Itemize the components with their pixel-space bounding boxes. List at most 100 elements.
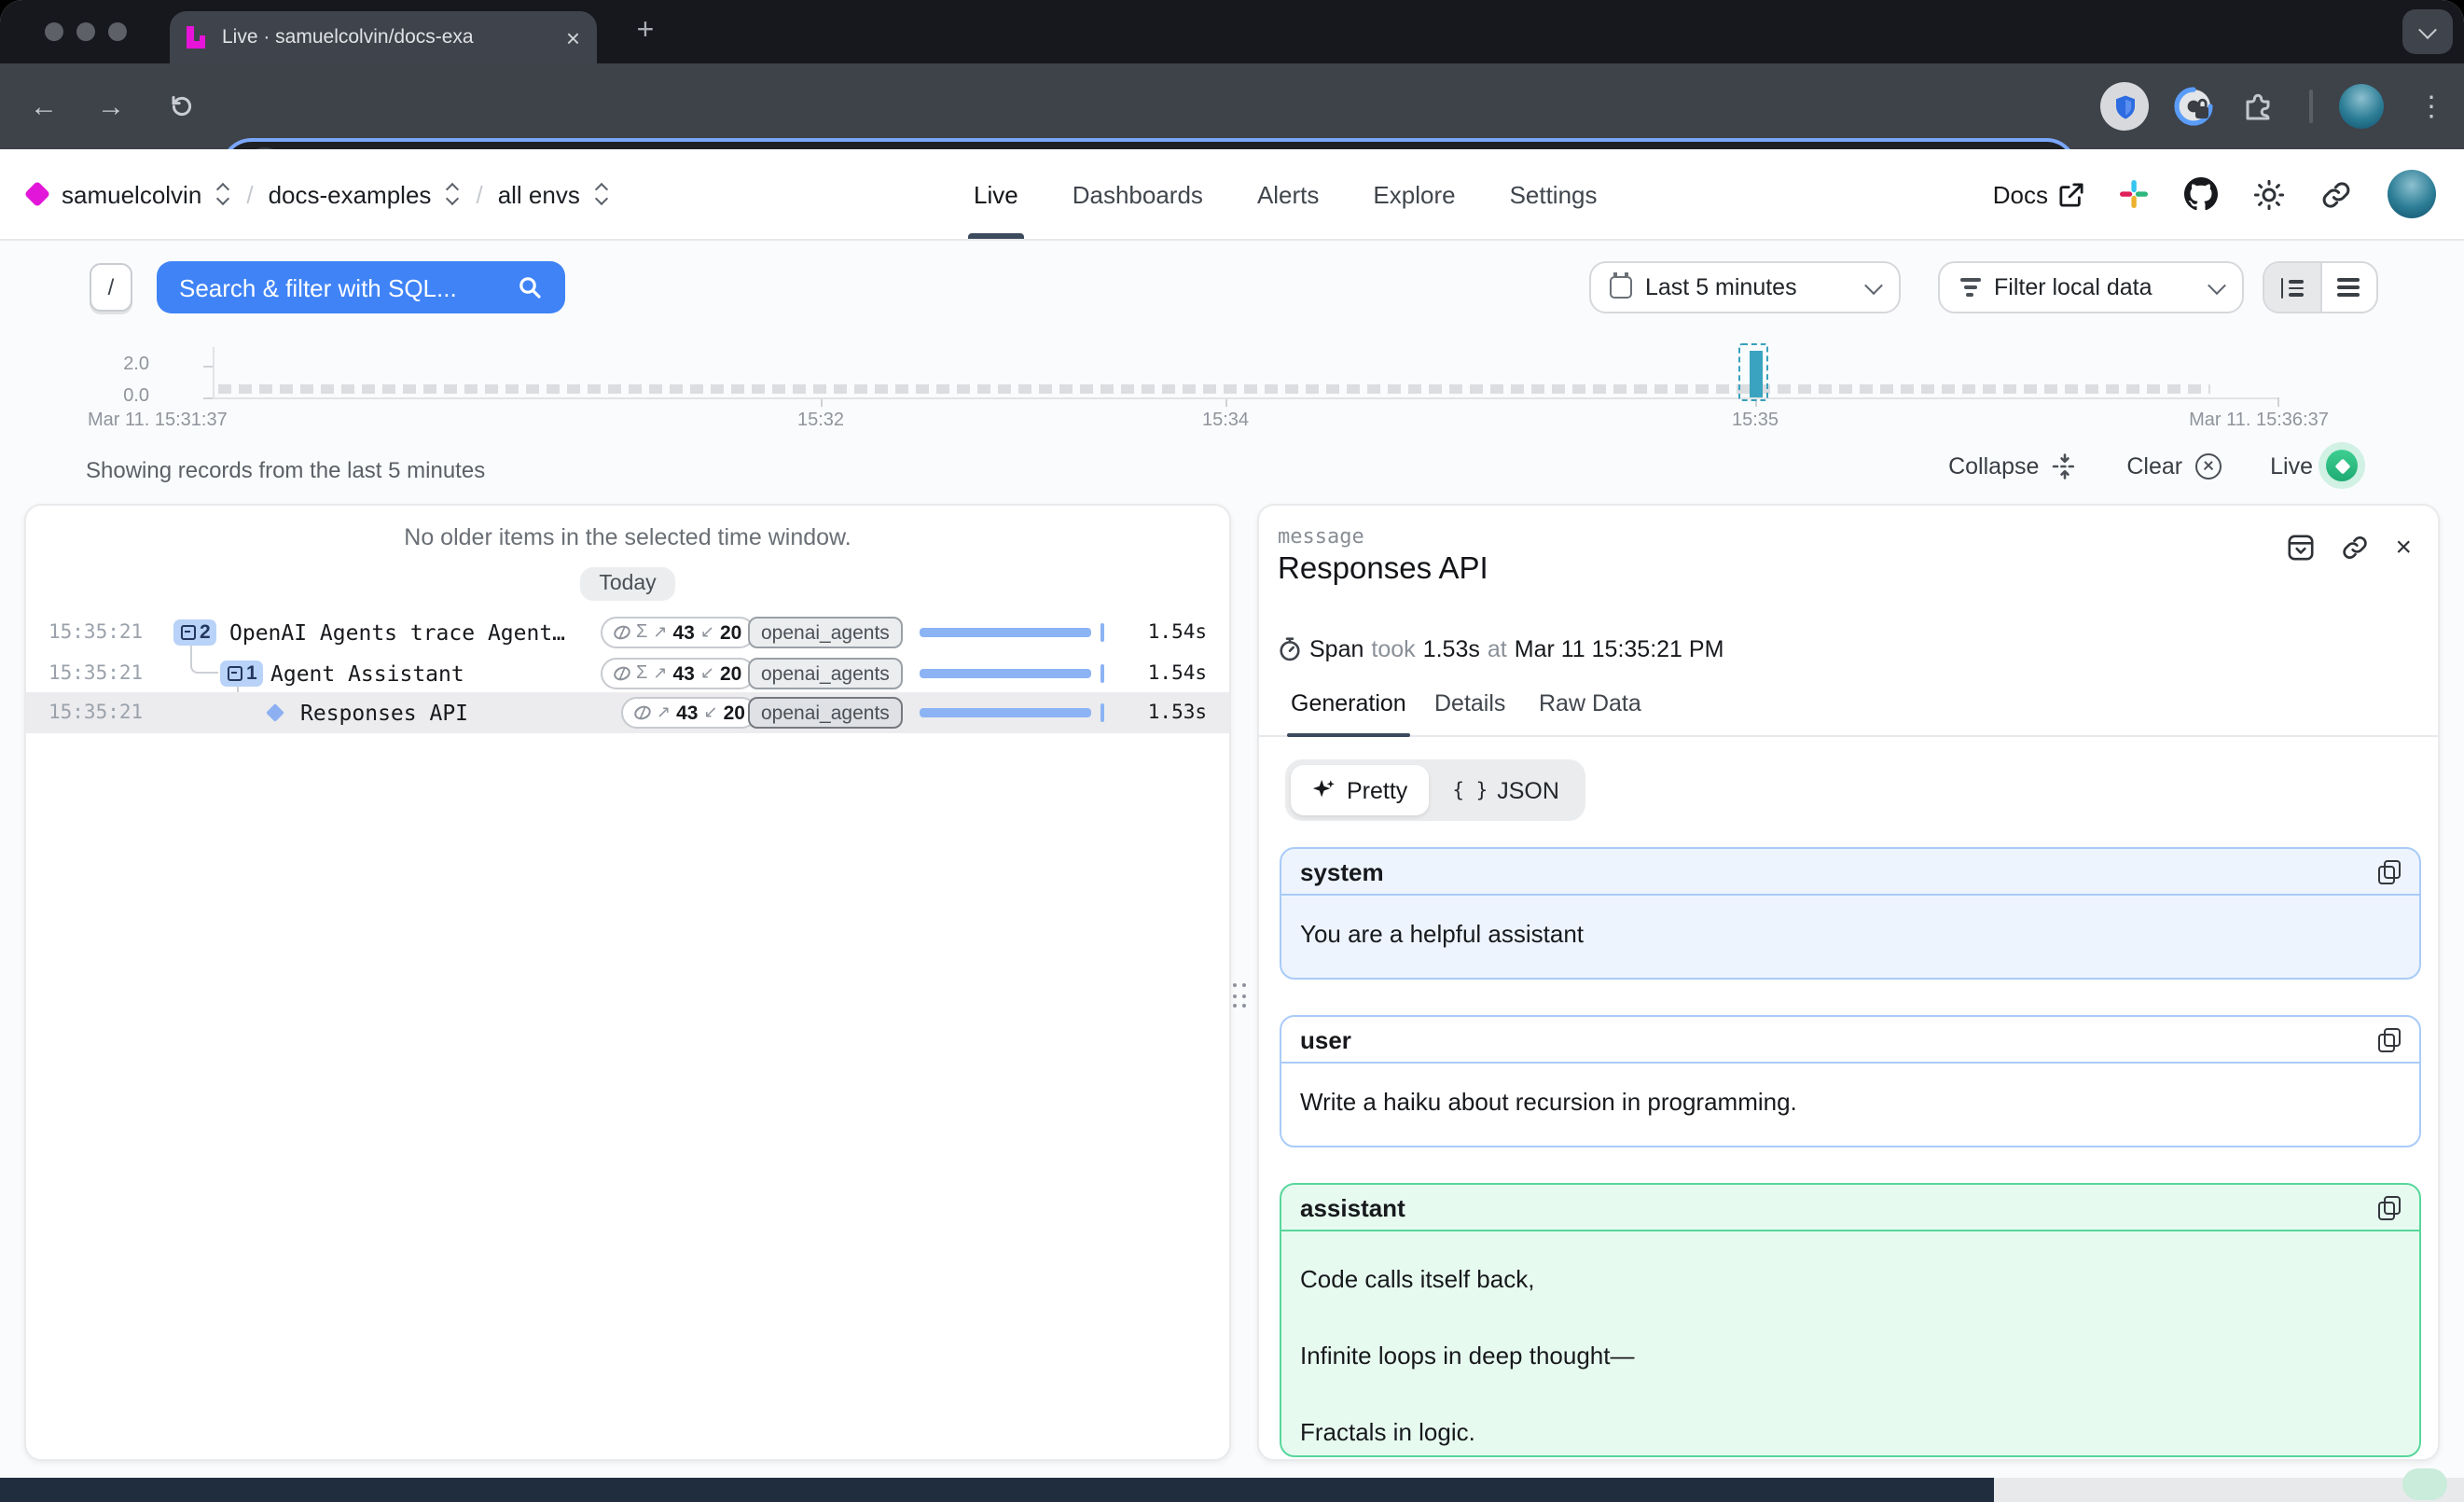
bitwarden-extension-icon[interactable]	[2100, 82, 2149, 131]
row-timestamp: 15:35:21	[48, 662, 143, 685]
slack-link[interactable]	[2119, 179, 2149, 209]
detail-tabs: Generation Details Raw Data	[1259, 690, 2438, 737]
x-tick-label: 15:35	[1718, 410, 1793, 431]
scope-tag: openai_agents	[748, 658, 903, 689]
pretty-view-button[interactable]: Pretty	[1291, 765, 1428, 815]
tab-raw-data[interactable]: Raw Data	[1539, 690, 1641, 735]
time-range-dropdown[interactable]: Last 5 minutes	[1589, 261, 1901, 313]
copy-icon[interactable]	[2378, 1027, 2401, 1051]
nav-tab-explore[interactable]: Explore	[1373, 149, 1455, 239]
collapse-box-icon	[180, 625, 195, 640]
floating-widget-bubble[interactable]	[2402, 1468, 2447, 1500]
browser-tab[interactable]: Live · samuelcolvin/docs-exa ×	[170, 11, 597, 63]
duration-bar	[920, 669, 1091, 678]
filter-local-data-dropdown[interactable]: Filter local data	[1938, 261, 2244, 313]
nav-tab-settings[interactable]: Settings	[1510, 149, 1598, 239]
sparkle-icon	[1311, 778, 1336, 802]
tab-details[interactable]: Details	[1434, 690, 1505, 735]
window-minimize-button[interactable]	[76, 22, 95, 41]
panel-resize-handle[interactable]	[1233, 983, 1248, 1011]
duration-bar-endcap	[1100, 703, 1104, 722]
github-link[interactable]	[2184, 177, 2218, 211]
tree-view-button[interactable]	[2264, 263, 2321, 312]
user-avatar[interactable]	[2388, 170, 2436, 218]
theme-toggle[interactable]	[2253, 178, 2285, 210]
arrow-down-left-icon: ↙	[700, 664, 714, 683]
trace-row-selected[interactable]: 15:35:21 Responses API ↗43 ↙20 openai_ag…	[26, 692, 1229, 733]
duration-bar-endcap	[1100, 664, 1104, 683]
sun-icon	[2253, 178, 2285, 210]
message-card-assistant: assistant Code calls itself back, Infini…	[1280, 1183, 2421, 1457]
collapse-button[interactable]: Collapse	[1948, 452, 2078, 479]
lock-ring-icon	[2169, 82, 2218, 131]
y-tick-label: 0.0	[93, 386, 149, 407]
copy-icon[interactable]	[2378, 859, 2401, 883]
message-body: Code calls itself back, Infinite loops i…	[1281, 1231, 2419, 1457]
forward-button[interactable]: →	[97, 63, 125, 149]
search-placeholder: Search & filter with SQL...	[179, 273, 457, 301]
back-button[interactable]: ←	[30, 63, 58, 149]
selector-updown-icon[interactable]	[595, 181, 610, 207]
dock-panel-icon[interactable]	[2287, 534, 2315, 562]
reload-icon	[168, 93, 194, 119]
extensions-puzzle-icon[interactable]	[2242, 91, 2274, 123]
list-view-button[interactable]	[2321, 263, 2376, 312]
copy-link-icon[interactable]	[2341, 534, 2369, 562]
collapse-children-badge[interactable]: 1	[220, 661, 264, 687]
window-zoom-button[interactable]	[108, 22, 127, 41]
breadcrumb-separator: /	[246, 180, 253, 208]
json-view-button[interactable]: { } JSON	[1432, 777, 1580, 803]
selector-updown-icon[interactable]	[446, 181, 461, 207]
link-icon	[2320, 178, 2352, 210]
haiku-line: Fractals in logic.	[1300, 1418, 2401, 1446]
arrow-up-right-icon: ↗	[653, 664, 667, 683]
collapse-icon	[2052, 452, 2078, 479]
sigma-sum-icon: Σ	[636, 622, 647, 643]
browser-menu-button[interactable]: ⋮	[2417, 63, 2445, 149]
copy-icon[interactable]	[2378, 1195, 2401, 1219]
live-toggle[interactable]: Live	[2270, 450, 2358, 481]
tab-generation[interactable]: Generation	[1291, 690, 1406, 735]
share-link-button[interactable]	[2320, 178, 2352, 210]
breadcrumb-org[interactable]: samuelcolvin	[62, 180, 201, 208]
new-tab-button[interactable]: +	[623, 9, 668, 54]
window-close-button[interactable]	[45, 22, 63, 41]
records-status-text: Showing records from the last 5 minutes	[86, 457, 485, 483]
breadcrumb-env[interactable]: all envs	[498, 180, 580, 208]
toolbar-divider	[2309, 90, 2313, 123]
github-icon	[2184, 177, 2218, 211]
password-extension-icon[interactable]	[2169, 82, 2218, 131]
selector-updown-icon[interactable]	[216, 181, 231, 207]
search-icon	[517, 274, 543, 300]
trace-row[interactable]: 15:35:21 2 OpenAI Agents trace Agent… Σ …	[26, 612, 1229, 653]
window-controls[interactable]	[45, 22, 127, 41]
nav-tab-dashboards[interactable]: Dashboards	[1073, 149, 1203, 239]
tab-close-icon[interactable]: ×	[566, 25, 580, 49]
clear-button[interactable]: Clear	[2126, 452, 2222, 479]
breadcrumb-project[interactable]: docs-examples	[269, 180, 432, 208]
close-panel-icon[interactable]: ×	[2395, 534, 2412, 562]
timeline-baseline-dashes	[218, 384, 2210, 394]
arrow-up-right-icon: ↗	[653, 623, 667, 642]
tokens-icon	[612, 664, 632, 683]
bottom-bar-right	[1994, 1478, 2464, 1502]
duration-bar	[920, 628, 1091, 637]
search-input[interactable]: Search & filter with SQL...	[157, 261, 565, 313]
timeline-record-bar[interactable]	[1750, 351, 1763, 397]
docs-link[interactable]: Docs	[1993, 180, 2083, 208]
duration-label: 1.54s	[1148, 662, 1207, 685]
trace-row[interactable]: 15:35:21 1 Agent Assistant Σ ↗43 ↙20 ope…	[26, 653, 1229, 694]
live-indicator-icon	[2326, 450, 2358, 481]
browser-profile-avatar[interactable]	[2339, 84, 2384, 129]
logfire-favicon-icon	[187, 26, 207, 49]
nav-tab-alerts[interactable]: Alerts	[1257, 149, 1319, 239]
list-view-icon	[2338, 278, 2360, 297]
collapse-children-badge[interactable]: 2	[173, 619, 217, 646]
tab-search-button[interactable]	[2402, 9, 2453, 54]
nav-tab-live[interactable]: Live	[974, 149, 1018, 239]
arrow-down-left-icon: ↙	[703, 703, 717, 722]
x-tick-label: Mar 11. 15:31:37	[88, 410, 228, 431]
span-name: OpenAI Agents trace Agent…	[229, 619, 565, 646]
span-name: Responses API	[300, 700, 468, 726]
reload-button[interactable]	[168, 63, 194, 149]
